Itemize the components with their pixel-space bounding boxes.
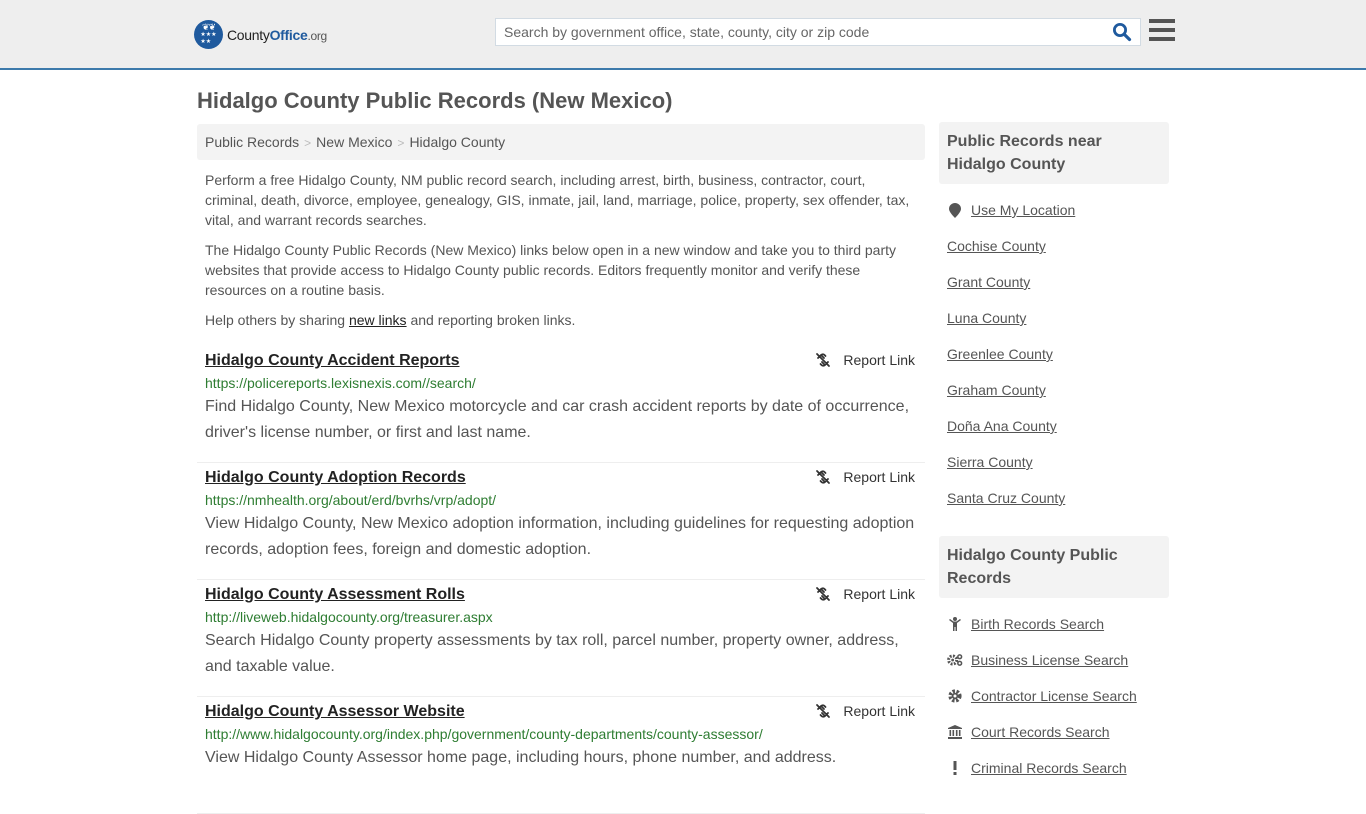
search-box: [495, 18, 1141, 46]
courthouse-icon: [947, 725, 963, 739]
report-link-label: Report Link: [843, 352, 915, 368]
county-records-list: Birth Records Search Business License Se…: [939, 598, 1169, 786]
hamburger-icon: [1149, 19, 1175, 41]
nearby-item: Graham County: [947, 372, 1161, 408]
record-description: View Hidalgo County, New Mexico adoption…: [205, 515, 915, 558]
search-icon: [1113, 23, 1132, 42]
record-item: Hidalgo County Adoption Records Report L…: [197, 463, 925, 580]
sidebar: Public Records near Hidalgo County Use M…: [939, 122, 1169, 786]
record-item: Hidalgo County Accident Reports Report L…: [197, 346, 925, 463]
county-record-item: Birth Records Search: [947, 606, 1161, 642]
nearby-link-santa-cruz[interactable]: Santa Cruz County: [947, 490, 1065, 506]
county-record-item: Criminal Records Search: [947, 750, 1161, 786]
report-link-button[interactable]: Report Link: [815, 703, 915, 719]
record-title-link[interactable]: Hidalgo County Accident Reports: [205, 352, 460, 370]
record-item: Hidalgo County Assessment Rolls Report L…: [197, 580, 925, 697]
record-url[interactable]: http://www.hidalgocounty.org/index.php/g…: [205, 726, 917, 742]
nearby-link-luna[interactable]: Luna County: [947, 310, 1026, 326]
business-license-link[interactable]: Business License Search: [971, 652, 1128, 668]
report-link-button[interactable]: Report Link: [815, 469, 915, 485]
nearby-item: Santa Cruz County: [947, 480, 1161, 516]
nearby-link-sierra[interactable]: Sierra County: [947, 454, 1033, 470]
nearby-item: Greenlee County: [947, 336, 1161, 372]
nearby-item: Luna County: [947, 300, 1161, 336]
intro-paragraph-1: Perform a free Hidalgo County, NM public…: [205, 172, 910, 228]
county-records-heading: Hidalgo County Public Records: [939, 536, 1169, 598]
map-pin-icon: [947, 202, 963, 218]
record-title-link[interactable]: Hidalgo County Adoption Records: [205, 469, 466, 487]
logo-county: County: [227, 26, 270, 43]
countyoffice-logo[interactable]: ❦❦ ★★★ ★★ CountyOffice.org: [194, 20, 327, 49]
intro-paragraph-3: Help others by sharing new links and rep…: [205, 310, 917, 330]
breadcrumb-new-mexico[interactable]: New Mexico: [316, 134, 392, 150]
new-links-link[interactable]: new links: [349, 312, 407, 328]
contractor-license-link[interactable]: Contractor License Search: [971, 688, 1137, 704]
logo-org: .org: [307, 28, 327, 43]
site-header: ❦❦ ★★★ ★★ CountyOffice.org: [0, 0, 1366, 70]
record-item: Hidalgo County Assessor Website Report L…: [197, 697, 925, 814]
use-location-item: Use My Location: [947, 192, 1161, 228]
nearby-item: Sierra County: [947, 444, 1161, 480]
broken-link-icon: [816, 470, 831, 484]
county-record-item: Contractor License Search: [947, 678, 1161, 714]
logo-text: CountyOffice.org: [227, 27, 327, 43]
nearby-item: Grant County: [947, 264, 1161, 300]
nearby-link-dona-ana[interactable]: Doña Ana County: [947, 418, 1057, 434]
criminal-records-link[interactable]: Criminal Records Search: [971, 760, 1127, 776]
eagle-badge-icon: ❦❦ ★★★ ★★: [194, 20, 223, 49]
county-record-item: Court Records Search: [947, 714, 1161, 750]
help-text: Help others by sharing: [205, 312, 349, 328]
record-description: Find Hidalgo County, New Mexico motorcyc…: [205, 398, 910, 441]
broken-link-icon: [816, 587, 831, 601]
nearby-item: Cochise County: [947, 228, 1161, 264]
gears-icon: [947, 653, 963, 667]
nearby-list: Use My Location Cochise County Grant Cou…: [939, 184, 1169, 516]
nearby-link-cochise[interactable]: Cochise County: [947, 238, 1046, 254]
use-my-location-link[interactable]: Use My Location: [971, 202, 1075, 218]
nearby-link-graham[interactable]: Graham County: [947, 382, 1046, 398]
report-link-button[interactable]: Report Link: [815, 586, 915, 602]
nearby-item: Doña Ana County: [947, 408, 1161, 444]
birth-records-link[interactable]: Birth Records Search: [971, 616, 1104, 632]
page-title: Hidalgo County Public Records (New Mexic…: [197, 88, 673, 113]
intro-paragraph-2: The Hidalgo County Public Records (New M…: [205, 242, 897, 298]
intro-text: Perform a free Hidalgo County, NM public…: [205, 170, 917, 340]
record-description: View Hidalgo County Assessor home page, …: [205, 749, 837, 766]
records-list: Hidalgo County Accident Reports Report L…: [197, 346, 925, 814]
search-input[interactable]: [496, 19, 1106, 45]
record-url[interactable]: https://nmhealth.org/about/erd/bvrhs/vrp…: [205, 492, 917, 508]
county-record-item: Business License Search: [947, 642, 1161, 678]
nearby-heading: Public Records near Hidalgo County: [939, 122, 1169, 184]
breadcrumb-separator: >: [397, 136, 405, 150]
breadcrumb-hidalgo-county[interactable]: Hidalgo County: [409, 134, 505, 150]
menu-button[interactable]: [1149, 19, 1175, 43]
breadcrumb-separator: >: [304, 136, 312, 150]
nearby-link-greenlee[interactable]: Greenlee County: [947, 346, 1053, 362]
breadcrumb-public-records[interactable]: Public Records: [205, 134, 299, 150]
record-title-link[interactable]: Hidalgo County Assessor Website: [205, 703, 465, 721]
broken-link-icon: [816, 353, 831, 367]
record-description: Search Hidalgo County property assessmen…: [205, 632, 899, 675]
logo-office: Office: [269, 26, 308, 43]
report-link-label: Report Link: [843, 586, 915, 602]
search-button[interactable]: [1112, 22, 1134, 44]
gear-icon: [947, 689, 963, 703]
record-title-link[interactable]: Hidalgo County Assessment Rolls: [205, 586, 465, 604]
report-link-button[interactable]: Report Link: [815, 352, 915, 368]
record-url[interactable]: https://policereports.lexisnexis.com//se…: [205, 375, 917, 391]
broken-link-icon: [816, 704, 831, 718]
nearby-link-grant[interactable]: Grant County: [947, 274, 1030, 290]
breadcrumb: Public Records > New Mexico > Hidalgo County: [197, 124, 925, 160]
child-icon: [947, 617, 963, 631]
help-text-end: and reporting broken links.: [406, 312, 576, 328]
report-link-label: Report Link: [843, 469, 915, 485]
exclamation-icon: [947, 761, 963, 775]
court-records-link[interactable]: Court Records Search: [971, 724, 1110, 740]
report-link-label: Report Link: [843, 703, 915, 719]
record-url[interactable]: http://liveweb.hidalgocounty.org/treasur…: [205, 609, 917, 625]
